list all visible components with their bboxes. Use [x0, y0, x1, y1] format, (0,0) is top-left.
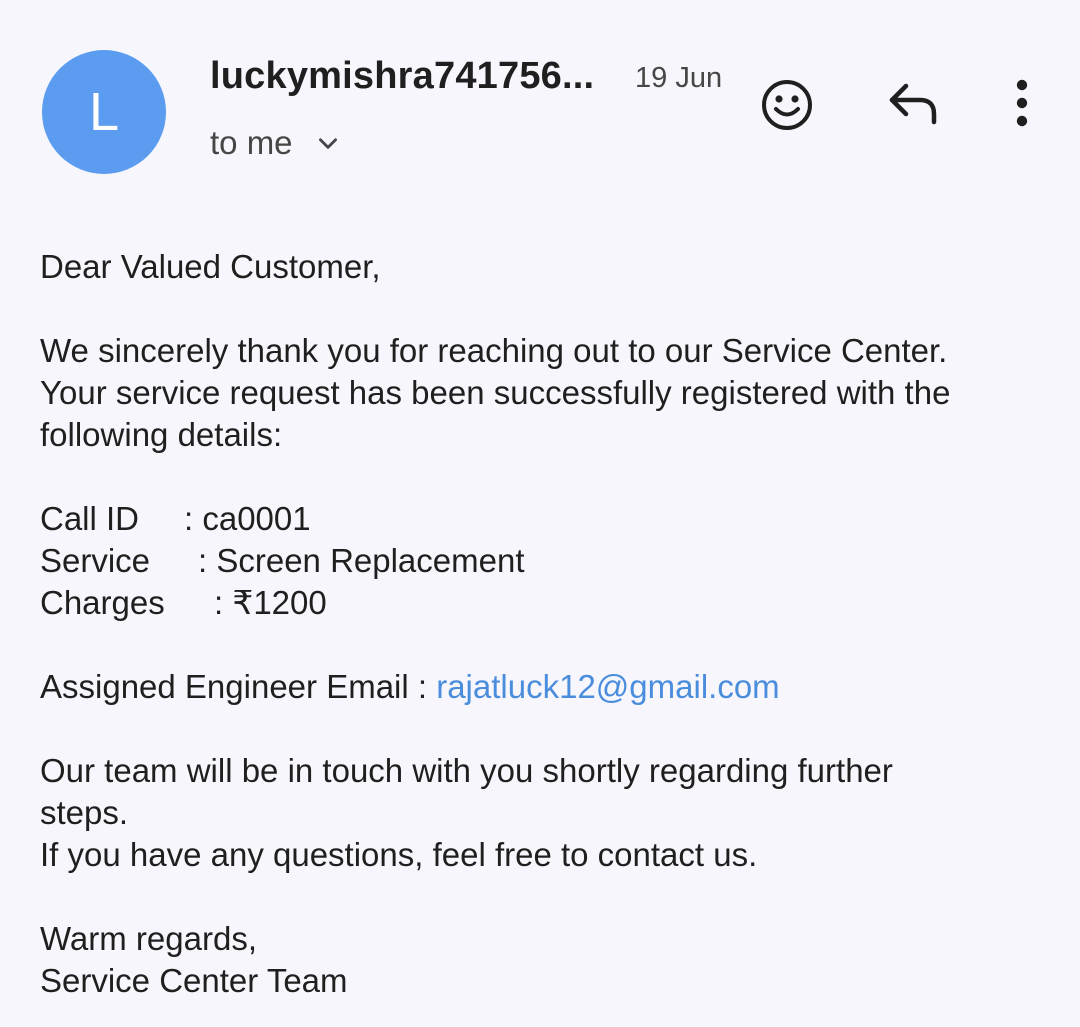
- detail-row-service: Service : Screen Replacement: [40, 540, 1050, 582]
- detail-value: : ca0001: [184, 500, 311, 537]
- message-header: L luckymishra741756... 19 Jun to me: [0, 0, 1080, 200]
- followup-line: steps.: [40, 794, 129, 831]
- smiley-icon[interactable]: [760, 78, 814, 132]
- message-date: 19 Jun: [635, 62, 723, 94]
- detail-value: : Screen Replacement: [198, 542, 525, 579]
- detail-label: Charges: [40, 584, 165, 621]
- engineer-label: Assigned Engineer Email :: [40, 668, 437, 705]
- message-body: Dear Valued Customer, We sincerely thank…: [40, 246, 1050, 1002]
- sender-avatar[interactable]: L: [42, 50, 166, 174]
- engineer-email-link[interactable]: rajatluck12@gmail.com: [436, 668, 779, 705]
- intro-line: Your service request has been successful…: [40, 374, 951, 411]
- intro-line: We sincerely thank you for reaching out …: [40, 332, 948, 369]
- reply-icon[interactable]: [886, 80, 942, 128]
- detail-row-charges: Charges : ₹1200: [40, 582, 1050, 624]
- greeting: Dear Valued Customer,: [40, 248, 381, 285]
- more-vertical-icon[interactable]: [1004, 76, 1040, 130]
- intro-line: following details:: [40, 416, 283, 453]
- detail-value: : ₹1200: [214, 584, 327, 621]
- followup-line: If you have any questions, feel free to …: [40, 836, 758, 873]
- chevron-down-icon: [318, 138, 337, 149]
- signoff: Warm regards,: [40, 920, 257, 957]
- detail-label: Service: [40, 542, 151, 579]
- detail-label: Call ID: [40, 500, 140, 537]
- signature: Service Center Team: [40, 962, 348, 999]
- recipient-label: to me: [210, 124, 293, 161]
- detail-row-call-id: Call ID : ca0001: [40, 498, 1050, 540]
- sender-name[interactable]: luckymishra741756...: [210, 55, 594, 98]
- engineer-line: Assigned Engineer Email : rajatluck12@gm…: [40, 666, 1050, 708]
- followup-line: Our team will be in touch with you short…: [40, 752, 893, 789]
- recipient-details-toggle[interactable]: to me: [210, 124, 341, 162]
